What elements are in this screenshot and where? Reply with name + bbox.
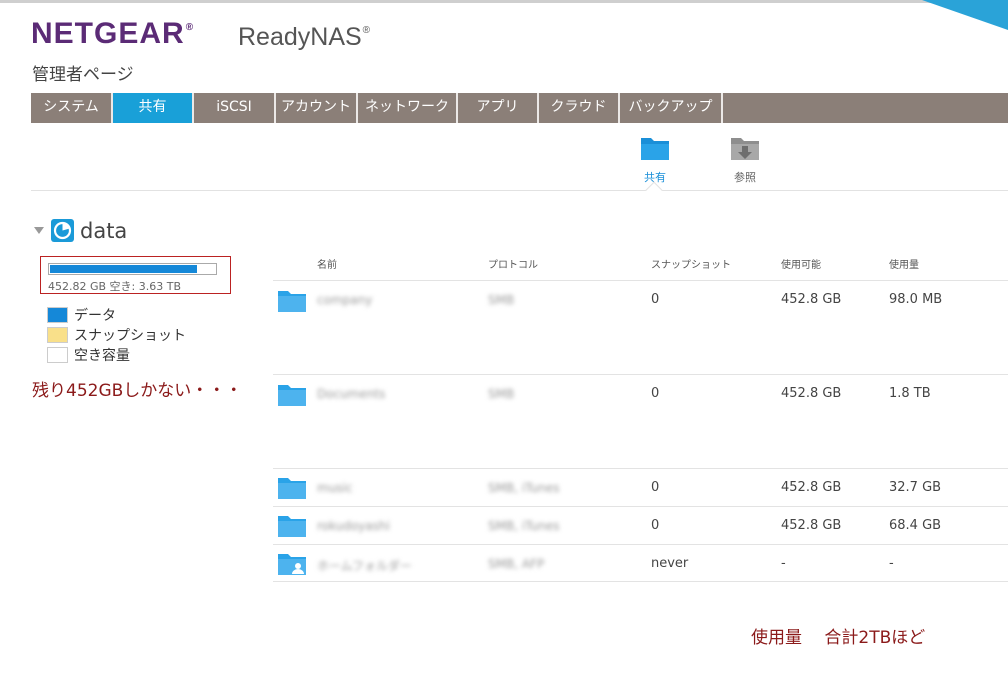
- share-name[interactable]: music: [317, 481, 352, 495]
- share-protocol: SMB, iTunes: [488, 481, 560, 495]
- folder-icon: [278, 516, 306, 537]
- col-name[interactable]: 名前: [317, 256, 337, 271]
- col-protocol[interactable]: プロトコル: [488, 256, 538, 271]
- legend-item-data: データ: [47, 305, 186, 325]
- legend-label-data: データ: [74, 308, 116, 324]
- corner-accent: [922, 0, 1008, 30]
- browse-folder-icon: [731, 138, 759, 160]
- legend-item-snapshot: スナップショット: [47, 325, 186, 345]
- shares-table: 名前 プロトコル スナップショット 使用可能 使用量 company SMB 0…: [273, 245, 1008, 582]
- tab-backup[interactable]: バックアップ: [620, 93, 723, 123]
- volume-icon: [51, 219, 74, 242]
- usage-legend: データ スナップショット 空き容量: [47, 305, 186, 365]
- folder-icon: [278, 385, 306, 406]
- tab-shares[interactable]: 共有: [113, 93, 194, 123]
- product-name: ReadyNAS®: [238, 23, 371, 51]
- tab-accounts[interactable]: アカウント: [276, 93, 358, 123]
- legend-item-free: 空き容量: [47, 345, 186, 365]
- share-snapshot: 0: [651, 292, 660, 307]
- tab-iscsi[interactable]: iSCSI: [194, 93, 276, 123]
- top-border: [0, 0, 1008, 3]
- share-available: -: [781, 556, 786, 571]
- netgear-logo: NETGEAR®: [31, 17, 195, 50]
- subnav-divider: [31, 190, 1008, 191]
- table-header: 名前 プロトコル スナップショット 使用可能 使用量: [273, 245, 1008, 281]
- tab-cloud[interactable]: クラウド: [539, 93, 620, 123]
- table-row[interactable]: rokudoyashi SMB, iTunes 0 452.8 GB 68.4 …: [273, 506, 1008, 544]
- share-used: 32.7 GB: [889, 480, 942, 495]
- share-used: -: [889, 556, 894, 571]
- share-snapshot: 0: [651, 386, 660, 401]
- legend-label-free: 空き容量: [74, 348, 130, 364]
- share-snapshot: 0: [651, 518, 660, 533]
- share-name[interactable]: Documents: [317, 387, 385, 401]
- share-name[interactable]: ホームフォルダー: [317, 557, 412, 574]
- share-used: 1.8 TB: [889, 386, 931, 401]
- usage-bar-fill: [50, 265, 197, 273]
- table-row[interactable]: music SMB, iTunes 0 452.8 GB 32.7 GB: [273, 468, 1008, 506]
- share-protocol: SMB, AFP: [488, 557, 545, 571]
- annotation-total: 使用量 合計2TBほど: [751, 628, 926, 648]
- subnav-shares[interactable]: 共有: [625, 135, 685, 185]
- tab-network[interactable]: ネットワーク: [358, 93, 458, 123]
- table-row[interactable]: Documents SMB 0 452.8 GB 1.8 TB: [273, 374, 1008, 468]
- share-protocol: SMB: [488, 387, 515, 401]
- tab-system[interactable]: システム: [31, 93, 113, 123]
- share-available: 452.8 GB: [781, 480, 842, 495]
- share-available: 452.8 GB: [781, 386, 842, 401]
- usage-highlight-box: 452.82 GB 空き: 3.63 TB: [40, 256, 231, 294]
- folder-icon: [641, 138, 669, 160]
- page-subtitle: 管理者ページ: [32, 65, 134, 85]
- share-available: 452.8 GB: [781, 292, 842, 307]
- share-used: 98.0 MB: [889, 292, 943, 307]
- share-available: 452.8 GB: [781, 518, 842, 533]
- usage-bar: [48, 263, 217, 275]
- share-protocol: SMB, iTunes: [488, 519, 560, 533]
- usage-text: 452.82 GB 空き: 3.63 TB: [48, 280, 182, 293]
- col-used[interactable]: 使用量: [889, 256, 919, 271]
- legend-label-snapshot: スナップショット: [74, 328, 186, 344]
- share-protocol: SMB: [488, 293, 515, 307]
- legend-swatch-snapshot: [47, 327, 68, 343]
- folder-icon: [278, 478, 306, 499]
- legend-swatch-free: [47, 347, 68, 363]
- subnav-browse[interactable]: 参照: [715, 135, 775, 185]
- legend-swatch-data: [47, 307, 68, 323]
- col-snapshot[interactable]: スナップショット: [651, 256, 731, 271]
- subnav-browse-label: 参照: [734, 171, 756, 184]
- share-used: 68.4 GB: [889, 518, 942, 533]
- share-snapshot: never: [651, 556, 689, 571]
- annotation-remaining: 残り452GBしかない・・・: [32, 381, 243, 401]
- share-name[interactable]: company: [317, 293, 372, 307]
- col-available[interactable]: 使用可能: [781, 256, 821, 271]
- table-row[interactable]: company SMB 0 452.8 GB 98.0 MB: [273, 280, 1008, 374]
- volume-name[interactable]: data: [80, 219, 127, 243]
- share-snapshot: 0: [651, 480, 660, 495]
- folder-icon: [278, 291, 306, 312]
- collapse-arrow-icon[interactable]: [34, 227, 44, 234]
- home-folder-icon: [278, 554, 306, 575]
- main-nav: システム 共有 iSCSI アカウント ネットワーク アプリ クラウド バックア…: [31, 93, 1008, 123]
- table-row[interactable]: ホームフォルダー SMB, AFP never - -: [273, 544, 1008, 582]
- tab-apps[interactable]: アプリ: [458, 93, 539, 123]
- share-name[interactable]: rokudoyashi: [317, 519, 390, 533]
